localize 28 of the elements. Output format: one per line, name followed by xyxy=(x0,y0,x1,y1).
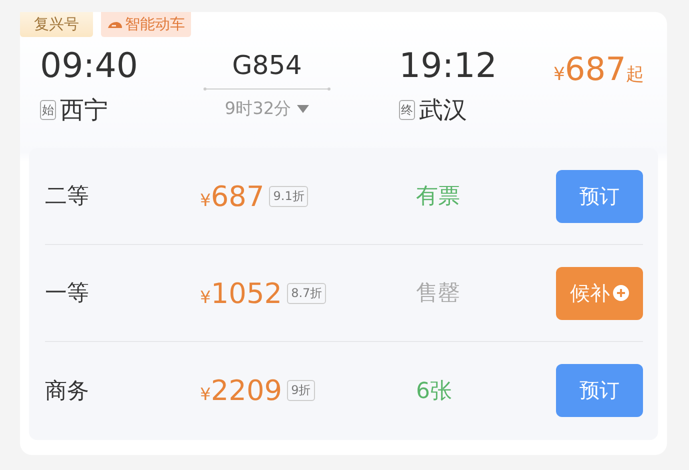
discount-tag: 9.1折 xyxy=(269,186,308,206)
station-marker: 终 xyxy=(399,100,415,120)
availability: 6张 xyxy=(416,378,453,406)
station-marker: 始 xyxy=(40,100,56,120)
seat-price: ¥687 xyxy=(200,180,264,212)
depart-station: 西宁 xyxy=(60,95,108,126)
plus-icon xyxy=(613,285,629,301)
seat-class: 商务 xyxy=(45,378,90,406)
duration-toggle[interactable]: 9时32分 xyxy=(224,97,310,120)
seat-class: 一等 xyxy=(45,280,90,308)
depart-time: 09:40 xyxy=(40,46,139,86)
arrive-station: 武汉 xyxy=(419,95,467,126)
seat-price: ¥1052 xyxy=(200,276,282,310)
train-tag: 智能动车 xyxy=(101,12,191,37)
discount-tag: 9折 xyxy=(287,380,315,401)
book-button[interactable]: 预订 xyxy=(556,364,643,417)
seat-price: ¥2209 xyxy=(200,374,282,407)
availability: 有票 xyxy=(416,183,461,211)
availability: 售罄 xyxy=(416,280,461,308)
train-tag: 复兴号 xyxy=(20,12,93,37)
arrive-time: 19:12 xyxy=(399,46,498,86)
caret-icon xyxy=(297,104,310,112)
book-button[interactable]: 预订 xyxy=(556,170,643,222)
seat-class: 二等 xyxy=(45,183,90,211)
discount-tag: 8.7折 xyxy=(287,282,326,304)
train-number: G854 xyxy=(232,50,302,82)
lowest-price: ¥687起 xyxy=(553,49,644,88)
train-icon xyxy=(107,20,123,30)
